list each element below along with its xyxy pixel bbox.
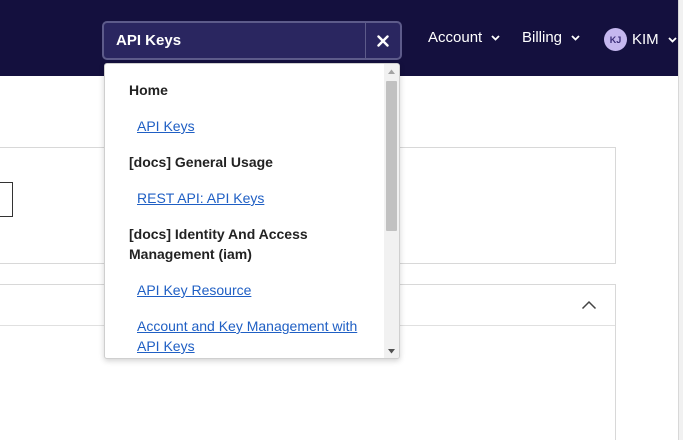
collapse-panel-button[interactable] <box>579 295 599 315</box>
scroll-down-button[interactable] <box>384 344 399 358</box>
billing-menu-label: Billing <box>522 29 563 46</box>
account-menu[interactable]: Account <box>428 29 500 46</box>
result-link[interactable]: REST API: API Keys <box>137 188 372 208</box>
page-scrollbar[interactable] <box>678 0 683 440</box>
user-menu[interactable]: KJ KIM <box>604 28 677 51</box>
result-group-title: [docs] Identity And Access Management (i… <box>129 226 308 262</box>
billing-menu[interactable]: Billing <box>522 29 580 46</box>
scroll-up-button[interactable] <box>384 64 399 78</box>
result-link[interactable]: API Key Resource <box>137 280 372 300</box>
content-input-box[interactable] <box>0 182 13 217</box>
result-group-title: [docs] General Usage <box>129 154 273 170</box>
chevron-down-icon <box>668 36 677 43</box>
scroll-down-icon <box>388 348 395 353</box>
chevron-down-icon <box>571 34 580 41</box>
avatar: KJ <box>604 28 627 51</box>
close-icon <box>377 34 389 47</box>
chevron-up-icon <box>581 300 597 310</box>
clear-search-button[interactable] <box>366 23 400 58</box>
result-link[interactable]: Account and Key Management with API Keys <box>137 316 372 356</box>
dropdown-scrollbar[interactable] <box>384 64 399 358</box>
account-menu-label: Account <box>428 29 483 46</box>
search-results-dropdown: Home API Keys [docs] General Usage REST … <box>104 63 400 359</box>
user-name: KIM <box>632 31 659 48</box>
chevron-down-icon <box>491 34 500 41</box>
result-group-title: Home <box>129 82 168 98</box>
search-box <box>102 21 402 60</box>
result-link[interactable]: API Keys <box>137 116 372 136</box>
search-input[interactable] <box>104 23 364 58</box>
scrollbar-thumb[interactable] <box>386 81 397 231</box>
scroll-up-icon <box>388 69 395 74</box>
